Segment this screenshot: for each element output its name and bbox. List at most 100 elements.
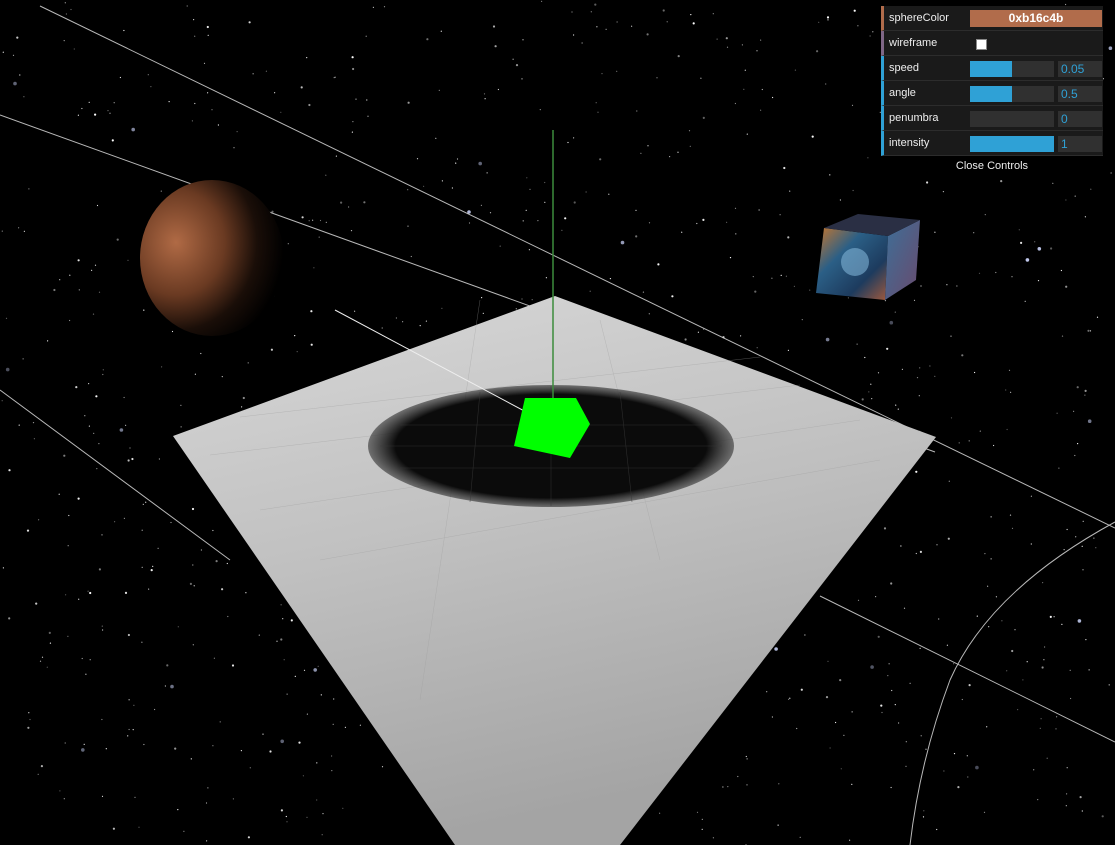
star — [702, 218, 705, 221]
star — [287, 243, 289, 245]
star — [946, 644, 949, 646]
star — [868, 391, 870, 393]
star — [1011, 276, 1013, 278]
intensity-slider[interactable] — [970, 136, 1054, 152]
star — [354, 310, 356, 312]
star — [242, 396, 245, 400]
star — [671, 295, 674, 298]
wireframe-row: wireframe — [881, 31, 1103, 56]
star — [872, 31, 874, 33]
star — [903, 607, 906, 609]
star — [1005, 389, 1007, 391]
star — [919, 647, 921, 650]
angle-label: angle — [889, 87, 916, 99]
star — [348, 206, 350, 208]
star — [772, 96, 774, 99]
star — [915, 552, 917, 555]
star — [1088, 669, 1090, 671]
star — [1084, 216, 1086, 218]
star — [636, 110, 638, 112]
star — [63, 798, 65, 800]
penumbra-input[interactable] — [1058, 111, 1102, 127]
star — [127, 459, 130, 462]
star — [89, 591, 92, 595]
star — [1009, 514, 1012, 516]
star — [312, 219, 314, 221]
star — [851, 104, 854, 106]
star — [648, 313, 650, 315]
star — [827, 19, 829, 21]
star — [608, 193, 610, 195]
star — [884, 300, 887, 302]
penumbra-slider[interactable] — [970, 111, 1054, 127]
star — [1041, 666, 1044, 669]
star — [306, 816, 308, 819]
star — [332, 723, 334, 725]
star — [953, 753, 956, 755]
star — [101, 625, 103, 627]
speed-slider[interactable] — [970, 61, 1054, 77]
intensity-input[interactable] — [1058, 136, 1102, 152]
star — [96, 204, 99, 207]
angle-slider[interactable] — [970, 86, 1054, 102]
star — [419, 325, 421, 327]
star — [926, 181, 929, 184]
star — [318, 236, 320, 238]
star — [1074, 454, 1076, 457]
star — [816, 50, 819, 53]
star — [934, 375, 936, 377]
star — [599, 158, 602, 161]
star — [849, 839, 851, 841]
star — [407, 101, 410, 104]
intensity-slider-fill — [970, 136, 1054, 152]
star — [726, 221, 728, 223]
close-controls-button[interactable]: Close Controls — [881, 156, 1103, 176]
star — [934, 231, 936, 233]
star — [1020, 241, 1023, 244]
speed-input[interactable] — [1058, 61, 1102, 77]
star — [63, 454, 66, 457]
star — [561, 229, 563, 231]
star — [585, 191, 587, 193]
wireframe-checkbox[interactable] — [976, 39, 987, 50]
star — [310, 310, 313, 313]
star — [407, 225, 409, 227]
star — [114, 521, 116, 523]
star — [416, 158, 419, 160]
star — [867, 157, 869, 159]
star — [189, 582, 192, 586]
star — [567, 141, 569, 144]
star — [515, 308, 517, 310]
star — [306, 57, 308, 59]
sphere-color-row: sphereColor 0xb16c4b — [881, 6, 1103, 31]
star — [1033, 769, 1035, 771]
star — [282, 618, 284, 620]
star — [758, 209, 760, 211]
star — [96, 468, 98, 470]
star — [206, 25, 209, 29]
star — [23, 230, 25, 232]
star — [248, 21, 251, 24]
sphere-color-picker[interactable]: 0xb16c4b — [970, 10, 1102, 27]
star — [595, 102, 597, 104]
star — [316, 799, 318, 801]
star — [88, 383, 90, 385]
star — [950, 417, 953, 419]
angle-input[interactable] — [1058, 86, 1102, 102]
star — [573, 34, 575, 36]
star — [943, 770, 945, 772]
star — [544, 181, 546, 184]
star — [774, 647, 778, 651]
star — [355, 98, 357, 100]
star — [1052, 182, 1054, 184]
star — [152, 565, 154, 568]
star — [825, 337, 830, 342]
star — [226, 562, 228, 565]
star — [635, 209, 637, 211]
penumbra-row: penumbra — [881, 106, 1103, 131]
star — [451, 187, 453, 189]
star — [28, 712, 30, 714]
star — [211, 109, 213, 111]
star — [294, 675, 296, 678]
star — [47, 340, 49, 342]
